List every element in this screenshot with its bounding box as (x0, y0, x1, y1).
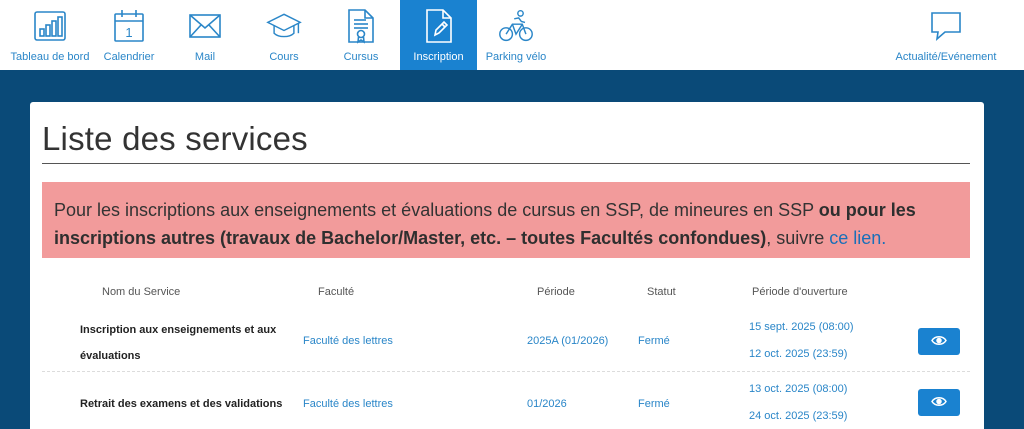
column-header-statut: Statut (647, 286, 676, 298)
nav-label: Inscription (413, 51, 464, 63)
services-card: Liste des services Pour les inscriptions… (30, 102, 984, 429)
opening-end: 12 oct. 2025 (23:59) (749, 348, 848, 360)
eye-icon (931, 333, 947, 351)
column-header-faculte: Faculté (318, 286, 355, 298)
column-header-service: Nom du Service (102, 286, 181, 298)
opening-start: 13 oct. 2025 (08:00) (749, 383, 848, 395)
bicycle-icon (498, 8, 534, 44)
nav-label: Cursus (343, 51, 379, 63)
nav-calendrier[interactable]: 1 Calendrier (98, 0, 160, 70)
eye-icon (931, 394, 947, 412)
calendar-icon: 1 (111, 8, 147, 44)
view-button[interactable] (918, 389, 960, 416)
edit-document-icon (421, 8, 457, 44)
nav-label: Tableau de bord (10, 51, 90, 63)
nav-cours[interactable]: Cours (252, 0, 316, 70)
alert-link[interactable]: ce lien. (829, 228, 886, 248)
mail-icon (187, 8, 223, 44)
nav-label: Cours (269, 51, 299, 63)
title-divider (42, 163, 970, 164)
nav-parking-velo[interactable]: Parking vélo (482, 0, 550, 70)
nav-label: Calendrier (103, 51, 155, 63)
row-divider (42, 371, 970, 372)
column-header-periode: Période (537, 286, 575, 298)
status-value: Fermé (638, 398, 670, 410)
nav-label: Actualité/Evénement (895, 51, 997, 63)
page-title: Liste des services (42, 120, 308, 157)
opening-start: 15 sept. 2025 (08:00) (749, 321, 854, 333)
status-value: Fermé (638, 335, 670, 347)
view-button[interactable] (918, 328, 960, 355)
top-navigation: Tableau de bord 1 Calendrier Mail Cours … (0, 0, 1024, 70)
dashboard-icon (32, 8, 68, 44)
opening-end: 24 oct. 2025 (23:59) (749, 410, 848, 422)
service-name: Retrait des examens et des validations (80, 398, 283, 410)
alert-text-end: , suivre (766, 228, 830, 248)
certificate-document-icon (343, 8, 379, 44)
faculty-link[interactable]: Faculté des lettres (303, 398, 393, 410)
info-alert: Pour les inscriptions aux enseignements … (42, 182, 970, 258)
alert-text: Pour les inscriptions aux enseignements … (54, 200, 819, 220)
nav-mail[interactable]: Mail (176, 0, 234, 70)
nav-label: Parking vélo (485, 51, 547, 63)
nav-tableau-de-bord[interactable]: Tableau de bord (4, 0, 96, 70)
nav-cursus[interactable]: Cursus (330, 0, 392, 70)
period-value: 2025A (01/2026) (527, 335, 609, 347)
nav-inscription[interactable]: Inscription (400, 0, 477, 70)
faculty-link[interactable]: Faculté des lettres (303, 335, 393, 347)
service-name: Inscription aux enseignements et aux éval… (80, 324, 277, 362)
svg-text:1: 1 (125, 25, 132, 40)
column-header-ouverture: Période d'ouverture (752, 286, 848, 298)
nav-actualite-evenement[interactable]: Actualité/Evénement (886, 0, 1006, 70)
period-value: 01/2026 (527, 398, 567, 410)
nav-label: Mail (194, 51, 216, 63)
chat-bubble-icon (928, 8, 964, 44)
graduation-cap-icon (266, 8, 302, 44)
